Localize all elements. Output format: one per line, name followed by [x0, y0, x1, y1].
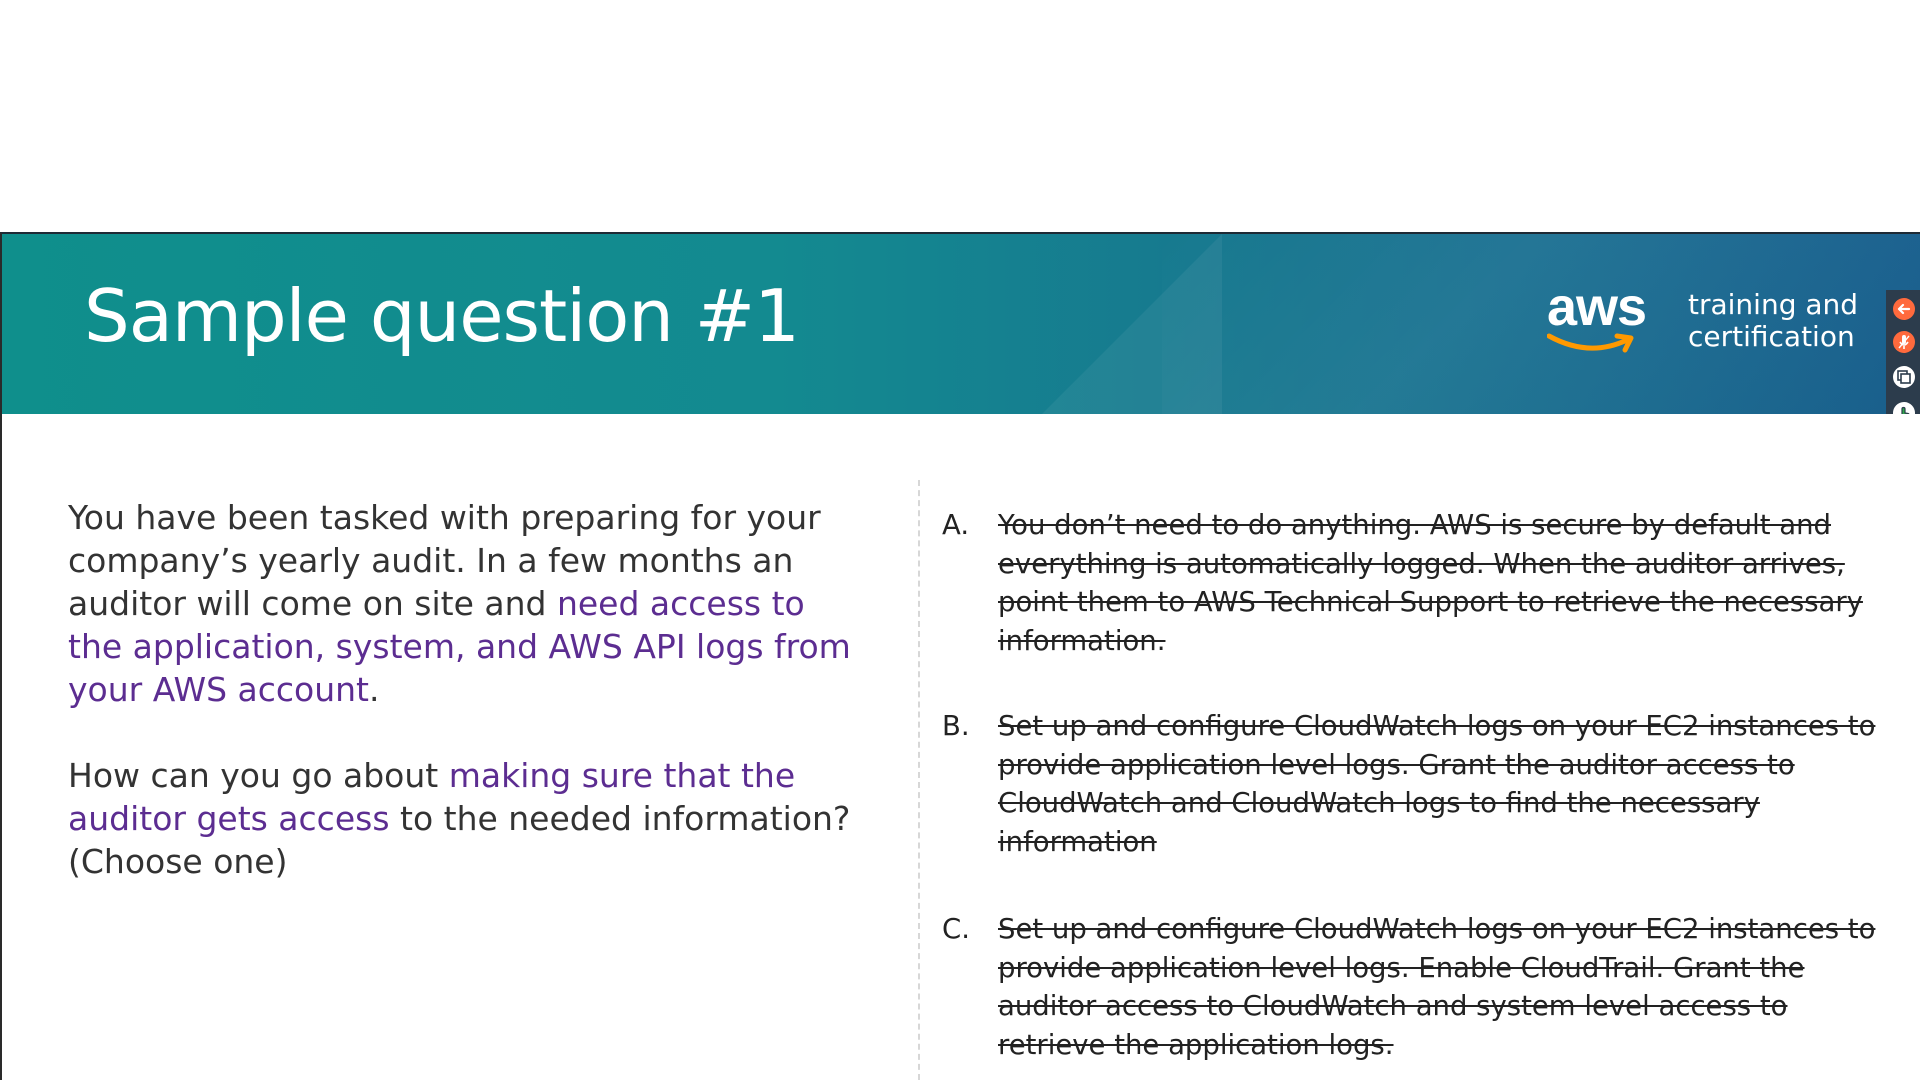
aws-tagline: training and certification: [1688, 289, 1858, 353]
screen: Sample question #1 aws training and cert…: [0, 0, 1920, 1080]
tagline-line-2: certification: [1688, 320, 1855, 353]
hand-pointer-button[interactable]: [1893, 402, 1915, 414]
question-paragraph-2: How can you go about making sure that th…: [68, 754, 858, 883]
hand-pointer-icon: [1901, 406, 1910, 414]
answer-text: Set up and configure CloudWatch logs on …: [998, 913, 1876, 1061]
answer-option-a[interactable]: A. You don’t need to do anything. AWS is…: [942, 506, 1882, 660]
slide-title: Sample question #1: [84, 274, 800, 358]
answer-text: You don’t need to do anything. AWS is se…: [998, 509, 1863, 657]
tagline-line-1: training and: [1688, 288, 1859, 321]
copy-button[interactable]: [1893, 366, 1915, 388]
question-text-1-end: .: [369, 670, 380, 709]
floating-toolbar: [1886, 290, 1920, 414]
answer-letter: B.: [942, 710, 970, 742]
microphone-icon: [1898, 335, 1910, 349]
aws-logo: aws: [1547, 277, 1667, 364]
microphone-button[interactable]: [1893, 331, 1915, 353]
back-arrow-button[interactable]: [1893, 298, 1915, 320]
presentation-slide: Sample question #1 aws training and cert…: [0, 232, 1920, 1080]
answer-text: Set up and configure CloudWatch logs on …: [998, 710, 1876, 858]
question-text-2a: How can you go about: [68, 756, 449, 795]
question-stem: You have been tasked with preparing for …: [68, 496, 858, 883]
answer-option-c[interactable]: C. Set up and configure CloudWatch logs …: [942, 910, 1882, 1064]
column-divider: [918, 480, 920, 1080]
copy-icon: [1897, 370, 1911, 384]
title-banner: Sample question #1 aws training and cert…: [2, 234, 1920, 414]
answer-option-b[interactable]: B. Set up and configure CloudWatch logs …: [942, 707, 1882, 861]
answer-letter: A.: [942, 509, 970, 541]
aws-wordmark: aws: [1547, 277, 1647, 337]
answer-letter: C.: [942, 913, 970, 945]
question-paragraph-1: You have been tasked with preparing for …: [68, 496, 858, 711]
back-arrow-icon: [1897, 303, 1911, 315]
aws-smile-icon: [1547, 333, 1634, 353]
